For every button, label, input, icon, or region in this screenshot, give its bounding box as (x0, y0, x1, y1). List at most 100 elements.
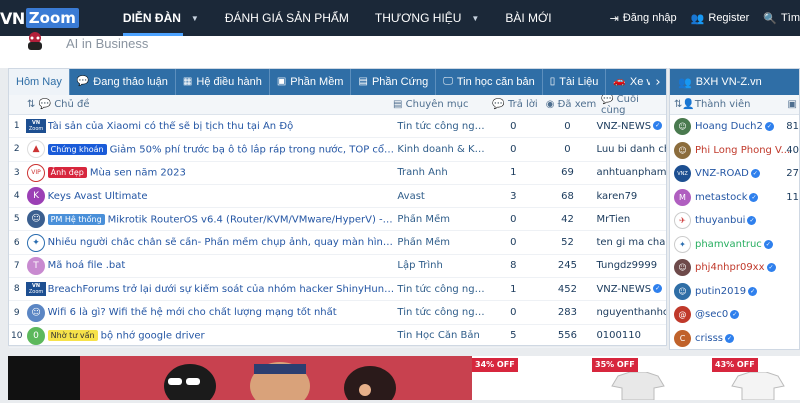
thread-title[interactable]: Nhờ tư vấn bộ nhớ google driver (47, 330, 396, 342)
table-row[interactable]: 9 ☺ Wifi 6 là gì? Wifi thế hệ mới cho ch… (9, 301, 666, 325)
thread-category[interactable]: Kinh doanh & Kh... (395, 144, 488, 155)
register-button[interactable]: 👥 Register (691, 12, 750, 25)
member-row[interactable]: ☺ Hoang Duch2 ✓ 81 (670, 115, 799, 139)
thread-title[interactable]: Mã hoá file .bat (48, 260, 396, 271)
thread-title[interactable]: BreachForums trở lại dưới sự kiểm soát c… (48, 284, 396, 295)
tab-tai-lieu[interactable]: ▯ Tài Liệu (543, 69, 607, 95)
tab-he-dieu-hanh[interactable]: ▦ Hệ điều hành (176, 69, 270, 95)
last-poster[interactable]: nguyenthanhco... (596, 307, 666, 318)
ad-image[interactable] (80, 356, 472, 403)
reply-count: 0 (510, 120, 517, 132)
table-row[interactable]: 4 K Keys Avast Ultimate Avast 3 68 karen… (9, 185, 666, 209)
nav-danh-gia[interactable]: ĐÁNH GIÁ SẢN PHẨM (225, 0, 349, 36)
site-logo[interactable]: VN Zoom (0, 8, 79, 28)
thread-category[interactable]: Lập Trình (395, 260, 488, 271)
thread-category[interactable]: Tin tức công nghệ... (395, 284, 488, 295)
member-row[interactable]: Mmetastock ✓ 11 (670, 186, 799, 210)
last-poster[interactable]: VNZ-NEWS ✓ (596, 121, 666, 132)
table-row[interactable]: 5 ☺ PM Hệ thống Mikrotik RouterOS v6.4 (R… (9, 208, 666, 232)
last-poster[interactable]: Tungdz9999 (596, 260, 666, 271)
tab-phan-mem[interactable]: ▣ Phần Mềm (270, 69, 352, 95)
col-title[interactable]: ⇅ 💬 Chủ đề (9, 99, 393, 110)
avatar[interactable]: K (24, 187, 47, 206)
thread-category[interactable]: Phần Mềm (395, 237, 488, 248)
member-name: crisss (695, 332, 724, 344)
member-row[interactable]: ✦ phamvantruc ✓ (670, 233, 799, 257)
thread-title[interactable]: Nhiều người chắc chắn sẽ cần- Phần mềm c… (48, 237, 396, 248)
avatar[interactable]: VN Zoom (24, 282, 47, 297)
avatar[interactable]: ☺ (24, 210, 47, 229)
tab-dang-thao-luan[interactable]: 💬 Đang thảo luận (70, 69, 176, 95)
verified-icon: ✓ (747, 216, 757, 226)
member-row[interactable]: ✈ thuyanbui ✓ (670, 209, 799, 233)
table-row[interactable]: 7 T Mã hoá file .bat Lập Trình 8 245 Tun… (9, 255, 666, 279)
thread-category[interactable]: Phần Mềm (395, 214, 488, 225)
table-row[interactable]: 6 ✦ Nhiều người chắc chắn sẽ cần- Phần m… (9, 231, 666, 255)
stat-icon: ▣ (787, 99, 797, 110)
view-count: 245 (557, 260, 577, 272)
col-category[interactable]: ▤ Chuyên mục (393, 99, 489, 110)
nav-bai-moi[interactable]: BÀI MỚI (505, 0, 551, 36)
tabs-next-button[interactable]: › (650, 69, 666, 95)
login-button[interactable]: ⇥ Đăng nhập (610, 12, 677, 25)
row-number: 9 (13, 307, 20, 318)
subheader-title: AI in Business (66, 36, 149, 51)
product-shirt-image[interactable] (608, 372, 668, 400)
thread-category[interactable]: Tin tức công nghệ... (395, 307, 488, 318)
tab-phan-cung[interactable]: ▤ Phần Cứng (351, 69, 437, 95)
last-poster[interactable]: Luu bi danh chu... (596, 144, 666, 155)
avatar[interactable]: ✦ (24, 233, 47, 252)
view-count: 556 (557, 330, 577, 342)
member-row[interactable]: ☺ Phi Long Phong V... 40 (670, 139, 799, 163)
member-row[interactable]: @ @sec0 ✓ (670, 303, 799, 327)
member-avatar: ☺ (674, 118, 691, 136)
last-poster[interactable]: anhtuanpham87 (596, 167, 666, 178)
last-poster[interactable]: MrTien (596, 214, 666, 225)
table-row[interactable]: 1 VN Zoom Tài sản của Xiaomi có thể sẽ bị… (9, 115, 666, 139)
col-last[interactable]: 💬 Cuối cùng (601, 94, 665, 116)
avatar[interactable]: 0 (24, 326, 47, 345)
thread-category[interactable]: Tin tức công nghệ... (395, 121, 488, 132)
avatar[interactable]: VIP (24, 163, 47, 182)
table-row[interactable]: 2 ▲ Chứng khoán Giảm 50% phí trước bạ ô t… (9, 138, 666, 162)
nav-dien-dan[interactable]: DIỄN ĐÀN ▼ (122, 0, 199, 36)
avatar[interactable]: VN Zoom (24, 119, 47, 134)
thread-title[interactable]: PM Hệ thống Mikrotik RouterOS v6.4 (Route… (47, 213, 395, 225)
ad-banner[interactable]: 34% OFF 35% OFF 43% OFF (8, 356, 800, 403)
last-poster[interactable]: ten gi ma cha d... (596, 237, 666, 248)
table-row[interactable]: 8 VN Zoom BreachForums trở lại dưới sự ki… (9, 278, 666, 302)
table-row[interactable]: 10 0 Nhờ tư vấn bộ nhớ google driver Tin … (9, 325, 666, 348)
avatar[interactable]: ☺ (24, 303, 47, 322)
last-poster[interactable]: karen79 (596, 191, 666, 202)
search-button[interactable]: 🔍 Tìm (763, 12, 800, 25)
col-replies[interactable]: 💬 Trả lời (489, 99, 541, 110)
last-poster[interactable]: VNZ-NEWS ✓ (596, 284, 666, 295)
top-navbar: VN Zoom DIỄN ĐÀN ▼ ĐÁNH GIÁ SẢN PHẨM THƯƠN… (0, 0, 800, 36)
tab-tin-hoc-can-ban[interactable]: 🖵 Tin học căn bản (436, 69, 543, 95)
thread-title[interactable]: Tài sản của Xiaomi có thể sẽ bị tịch thu… (48, 121, 396, 132)
col-views[interactable]: ◉ Đã xem (541, 99, 601, 110)
thread-category[interactable]: Tranh Ảnh (395, 167, 488, 178)
thread-category[interactable]: Avast (395, 191, 488, 202)
member-row[interactable]: ☺ putin2019 ✓ (670, 280, 799, 304)
last-poster[interactable]: 0100110 (596, 330, 666, 341)
ranking-sidebar: 👥 BXH VN-Z.vn ⇅ 👤 Thành viên ▣ ☺ Hoang Duch… (669, 68, 800, 350)
thread-title[interactable]: Wifi 6 là gì? Wifi thế hệ mới cho chất l… (48, 307, 396, 318)
avatar[interactable]: ▲ (24, 140, 47, 159)
thread-title[interactable]: Chứng khoán Giảm 50% phí trước bạ ô tô lắ… (47, 143, 395, 155)
thread-category[interactable]: Tin Học Căn Bản (395, 330, 488, 341)
member-row[interactable]: VNZ VNZ-ROAD ✓ 27 (670, 162, 799, 186)
avatar[interactable]: T (24, 256, 47, 275)
member-row[interactable]: ☺ phj4nhpr09xx ✓ (670, 256, 799, 280)
table-row[interactable]: 3 VIP Ảnh đẹp Mùa sen năm 2023 Tranh Ảnh … (9, 162, 666, 185)
member-row[interactable]: Ccrisss ✓ (670, 327, 799, 351)
product-shirt-image[interactable] (728, 372, 788, 400)
letter-avatar-m: M (674, 188, 691, 206)
nav-thuong-hieu[interactable]: THƯƠNG HIỆU ▼ (375, 0, 479, 36)
thread-title[interactable]: Ảnh đẹp Mùa sen năm 2023 (47, 166, 396, 178)
tab-hom-nay[interactable]: Hôm Nay (9, 69, 70, 95)
member-name: Hoang Duch2 (695, 121, 763, 133)
thread-title[interactable]: Keys Avast Ultimate (48, 191, 396, 202)
register-label: Register (708, 12, 750, 24)
row-number: 4 (13, 191, 20, 202)
